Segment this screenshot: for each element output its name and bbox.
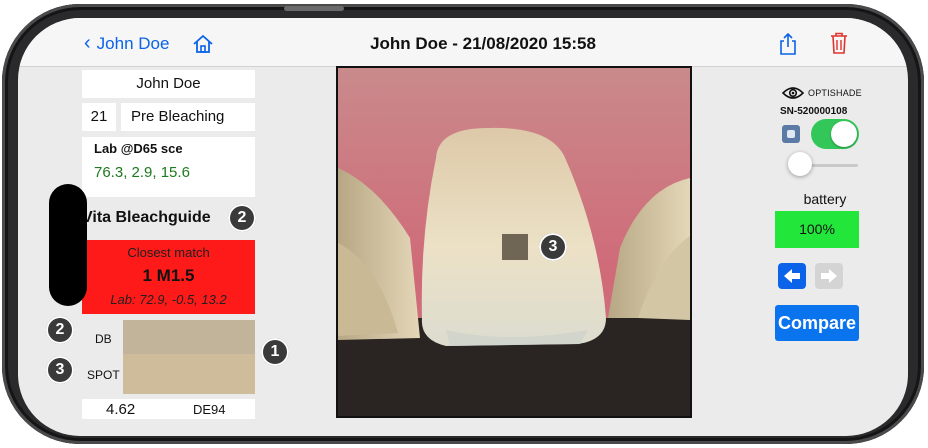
- device-serial: SN-520000108: [780, 106, 848, 117]
- back-label: John Doe: [96, 34, 170, 53]
- callout-badge-photo: 3: [539, 233, 567, 261]
- callout-badge-swatch: 1: [261, 338, 289, 366]
- spot-label: SPOT: [87, 368, 120, 382]
- battery-label: battery: [803, 191, 847, 207]
- callout-badge-db: 2: [46, 316, 74, 344]
- closest-match-card: Closest match 1 M1.5 Lab: 72.9, -0.5, 13…: [82, 240, 255, 314]
- patient-name-field[interactable]: John Doe: [82, 70, 255, 98]
- db-color-swatch: [123, 320, 255, 354]
- hardware-button: [284, 6, 344, 11]
- battery-indicator: 100%: [775, 211, 859, 248]
- eye-icon: [782, 87, 804, 99]
- match-shade: 1 M1.5: [142, 266, 195, 285]
- page-title: John Doe - 21/08/2020 15:58: [370, 34, 596, 53]
- delta-e-value: 4.62: [106, 401, 136, 418]
- shade-guide-title: Vita Bleachguide: [82, 209, 211, 226]
- previous-button[interactable]: [778, 263, 806, 289]
- lab-title: Lab @D65 sce: [94, 141, 183, 156]
- share-icon[interactable]: [778, 32, 798, 56]
- delta-e-unit: DE94: [193, 402, 226, 417]
- trash-icon[interactable]: [830, 32, 848, 54]
- match-heading: Closest match: [127, 245, 210, 260]
- next-button[interactable]: [815, 263, 843, 289]
- brand-logo-text: OPTISHADE: [808, 88, 862, 98]
- db-label: DB: [95, 332, 112, 346]
- callout-badge-spot: 3: [46, 356, 74, 384]
- toggle-knob: [831, 121, 857, 147]
- lab-values: 76.3, 2.9, 15.6: [94, 164, 190, 181]
- chevron-left-icon: ‹: [84, 32, 91, 54]
- lab-measurement-box: Lab @D65 sce 76.3, 2.9, 15.6: [82, 137, 255, 197]
- stage-field[interactable]: Pre Bleaching: [121, 103, 255, 131]
- arrow-left-icon: [784, 269, 800, 283]
- nav-bar: ‹ John Doe John Doe - 21/08/2020 15:58: [18, 18, 908, 67]
- device-toggle[interactable]: [811, 119, 859, 149]
- match-lab: Lab: 72.9, -0.5, 13.2: [110, 292, 227, 307]
- spot-color-swatch: [123, 354, 255, 394]
- stop-icon[interactable]: [782, 125, 800, 143]
- slider-knob[interactable]: [788, 152, 812, 176]
- measurement-spot-marker[interactable]: [502, 234, 528, 260]
- patient-age-field[interactable]: 21: [82, 103, 116, 131]
- back-button[interactable]: ‹ John Doe: [84, 32, 170, 54]
- screen: ‹ John Doe John Doe - 21/08/2020 15:58 J…: [18, 18, 908, 436]
- delta-e-box: 4.62 DE94: [82, 399, 255, 419]
- callout-badge-guide: 2: [228, 204, 256, 232]
- camera-cutout: [49, 184, 87, 306]
- compare-button[interactable]: Compare: [775, 305, 859, 341]
- home-icon[interactable]: [192, 34, 214, 54]
- arrow-right-icon: [821, 269, 837, 283]
- phone-frame: ‹ John Doe John Doe - 21/08/2020 15:58 J…: [2, 4, 924, 444]
